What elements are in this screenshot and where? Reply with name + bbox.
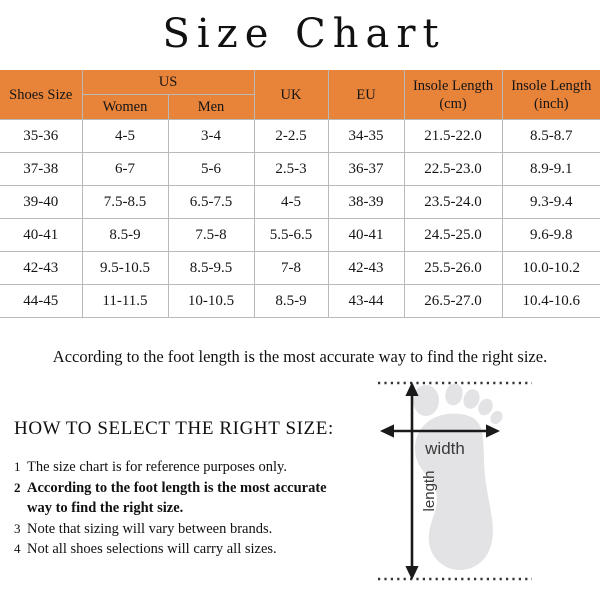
cell-uk: 2-2.5 — [253, 119, 329, 154]
cell-us-women: 11-11.5 — [81, 284, 169, 319]
tip-number: 2 — [14, 479, 21, 495]
cell-uk: 2.5-3 — [253, 152, 329, 187]
cell-eu: 34-35 — [327, 119, 405, 154]
tip-number: 1 — [14, 459, 21, 474]
cell-insole-inch: 10.0-10.2 — [501, 251, 600, 286]
cell-insole-inch: 10.4-10.6 — [501, 284, 600, 319]
cell-eu: 38-39 — [327, 185, 405, 220]
cell-us-men: 10-10.5 — [167, 284, 255, 319]
cell-eu: 42-43 — [327, 251, 405, 286]
length-arrow — [405, 382, 419, 580]
cell-insole-cm: 24.5-25.0 — [403, 218, 503, 253]
header-uk: UK — [253, 70, 329, 121]
cell-insole-cm: 22.5-23.0 — [403, 152, 503, 187]
header-insole-cm: Insole Length (cm) — [403, 70, 503, 121]
cell-eu: 36-37 — [327, 152, 405, 187]
header-us: US — [81, 70, 255, 96]
header-insole-inch: Insole Length (inch) — [501, 70, 600, 121]
cell-uk: 8.5-9 — [253, 284, 329, 319]
cell-us-women: 8.5-9 — [81, 218, 169, 253]
cell-shoes-size: 39-40 — [0, 185, 83, 220]
how-to-select-heading: HOW TO SELECT THE RIGHT SIZE: — [14, 418, 334, 439]
accuracy-note: According to the foot length is the most… — [52, 347, 548, 366]
header-eu: EU — [327, 70, 405, 121]
cell-insole-inch: 8.5-8.7 — [501, 119, 600, 154]
tip-item: 1 The size chart is for reference purpose… — [14, 457, 344, 478]
tip-text: Note that sizing will vary between brand… — [27, 520, 273, 537]
tip-text: The size chart is for reference purposes… — [27, 459, 287, 475]
tip-item: 4 Not all shoes selections will carry all… — [14, 539, 344, 560]
toe-1 — [413, 385, 439, 416]
size-chart-table: Shoes Size US UK EU Insole Length (cm) I… — [0, 70, 600, 319]
tip-item: 3 Note that sizing will vary between bran… — [14, 519, 344, 540]
tip-number: 3 — [14, 520, 21, 536]
cell-us-women: 7.5-8.5 — [81, 185, 169, 220]
cell-shoes-size: 44-45 — [0, 284, 83, 319]
header-us-men: Men — [167, 94, 255, 121]
tip-number: 4 — [14, 541, 21, 557]
tip-item: 2 According to the foot length is the mos… — [14, 478, 344, 519]
cell-eu: 43-44 — [327, 284, 405, 319]
cell-eu: 40-41 — [327, 218, 405, 253]
cell-insole-inch: 8.9-9.1 — [501, 152, 600, 187]
table-row: 44-45 11-11.5 10-10.5 8.5-9 43-44 26.5-27.0 10… — [0, 284, 600, 319]
cell-uk: 4-5 — [253, 185, 329, 220]
table-row: 39-40 7.5-8.5 6.5-7.5 4-5 38-39 23.5-24.0 9.3-… — [0, 185, 600, 220]
width-label: width — [424, 439, 465, 458]
cell-insole-cm: 25.5-26.0 — [403, 251, 503, 286]
tip-text: According to the foot length is the most… — [27, 479, 327, 517]
cell-us-men: 7.5-8 — [167, 218, 255, 253]
how-to-select-section: HOW TO SELECT THE RIGHT SIZE: 1 The size … — [14, 418, 344, 560]
cell-insole-cm: 26.5-27.0 — [403, 284, 503, 319]
cell-shoes-size: 40-41 — [0, 218, 83, 253]
foot-measurement-diagram: width length — [372, 376, 596, 596]
cell-us-men: 8.5-9.5 — [167, 251, 255, 286]
cell-insole-inch: 9.6-9.8 — [501, 218, 600, 253]
cell-shoes-size: 35-36 — [0, 119, 83, 154]
cell-insole-cm: 23.5-24.0 — [403, 185, 503, 220]
table-row: 42-43 9.5-10.5 8.5-9.5 7-8 42-43 25.5-26.0 10.… — [0, 251, 600, 286]
length-label: length — [421, 471, 438, 512]
cell-us-women: 9.5-10.5 — [81, 251, 169, 286]
cell-shoes-size: 37-38 — [0, 152, 83, 187]
table-header-row-top: Shoes Size US UK EU Insole Length (cm) I… — [0, 70, 600, 121]
header-shoes-size: Shoes Size — [0, 70, 83, 121]
table-row: 35-36 4-5 3-4 2-2.5 34-35 21.5-22.0 8.5-8.7 — [0, 119, 600, 154]
table-row: 40-41 8.5-9 7.5-8 5.5-6.5 40-41 24.5-25.0 9.6-… — [0, 218, 600, 253]
cell-insole-inch: 9.3-9.4 — [501, 185, 600, 220]
size-chart-body: 35-36 4-5 3-4 2-2.5 34-35 21.5-22.0 8.5-8.7 37-… — [0, 119, 600, 319]
tip-text: Not all shoes selections will carry all … — [27, 541, 277, 558]
how-to-select-tips: 1 The size chart is for reference purpose… — [14, 457, 344, 560]
page-title: Size Chart — [162, 11, 446, 57]
cell-us-men: 5-6 — [167, 152, 255, 187]
toe-2 — [445, 383, 463, 406]
table-row: 37-38 6-7 5-6 2.5-3 36-37 22.5-23.0 8.9-9.1 — [0, 152, 600, 187]
cell-us-women: 6-7 — [81, 152, 169, 187]
cell-insole-cm: 21.5-22.0 — [403, 119, 503, 154]
cell-uk: 7-8 — [253, 251, 329, 286]
cell-us-men: 3-4 — [167, 119, 255, 154]
header-us-women: Women — [82, 94, 169, 121]
cell-shoes-size: 42-43 — [0, 251, 83, 286]
cell-us-men: 6.5-7.5 — [167, 185, 255, 220]
cell-uk: 5.5-6.5 — [253, 218, 329, 253]
cell-us-women: 4-5 — [81, 119, 169, 154]
